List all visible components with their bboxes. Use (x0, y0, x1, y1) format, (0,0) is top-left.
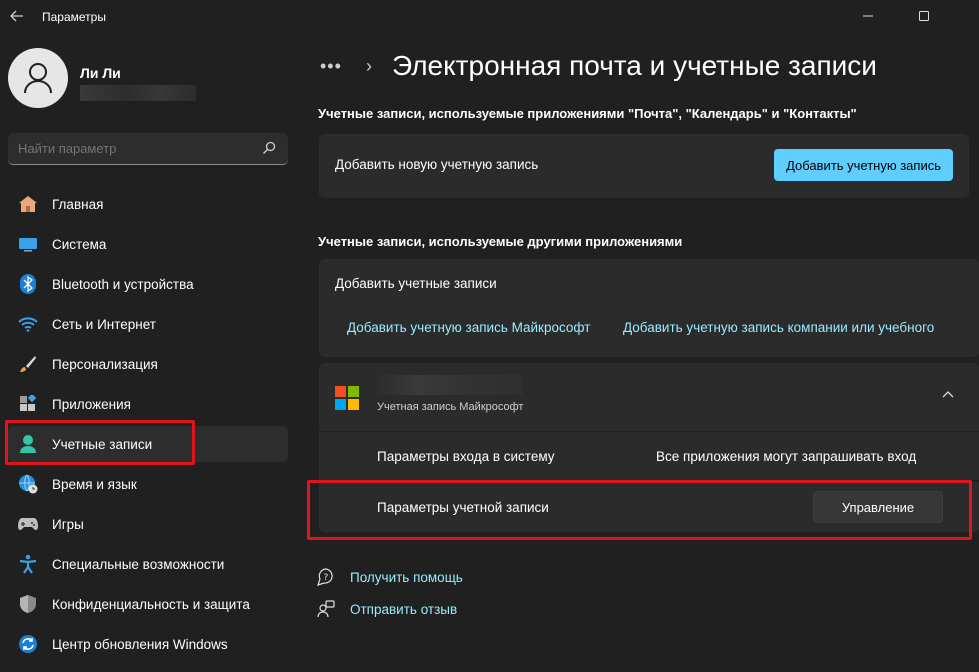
update-icon (18, 635, 38, 653)
add-account-label: Добавить новую учетную запись (335, 157, 539, 172)
sidebar-item-label: Время и язык (52, 476, 137, 492)
apps-icon (18, 395, 38, 413)
app-title: Параметры (42, 10, 106, 24)
sidebar-item-accessibility[interactable]: Специальные возможности (8, 546, 288, 582)
help-icon: ? (316, 568, 336, 586)
wifi-icon (18, 315, 38, 333)
add-work-account-link[interactable]: Добавить учетную запись компании или уче… (623, 320, 934, 335)
breadcrumb-overflow[interactable]: ••• (320, 56, 342, 77)
sidebar-item-label: Приложения (52, 396, 131, 412)
sidebar-item-bluetooth[interactable]: Bluetooth и устройства (8, 266, 288, 302)
signin-options-label: Параметры входа в систему (377, 449, 555, 464)
sidebar-item-label: Bluetooth и устройства (52, 276, 194, 292)
accessibility-icon (18, 554, 38, 574)
page-title: Электронная почта и учетные записи (392, 50, 877, 81)
user-silhouette-icon (24, 63, 52, 94)
feedback-row[interactable]: Отправить отзыв (316, 600, 457, 618)
settings-window: Параметры Ли Ли Главная (0, 0, 979, 672)
main-content: ••• › Электронная почта и учетные записи… (300, 34, 979, 672)
section-heading-other-apps: Учетные записи, используемые другими при… (318, 234, 683, 249)
send-feedback-link[interactable]: Отправить отзыв (350, 602, 457, 617)
user-email-redacted (80, 85, 196, 101)
svg-text:?: ? (324, 573, 329, 583)
section-heading-mail-apps: Учетные записи, используемые приложениям… (318, 106, 857, 121)
add-account-card: Добавить новую учетную запись Добавить у… (319, 134, 969, 198)
close-button[interactable] (955, 0, 979, 32)
sidebar-item-network[interactable]: Сеть и Интернет (8, 306, 288, 342)
sidebar-item-gaming[interactable]: Игры (8, 506, 288, 542)
add-microsoft-account-link[interactable]: Добавить учетную запись Майкрософт (347, 320, 590, 335)
home-icon (18, 195, 38, 213)
user-name: Ли Ли (80, 65, 121, 81)
back-arrow-icon (10, 10, 23, 22)
get-help-row[interactable]: ? Получить помощь (316, 568, 463, 586)
highlight-accounts-annotation (5, 420, 195, 465)
sidebar-item-label: Персонализация (52, 356, 158, 372)
sidebar-item-label: Конфиденциальность и защита (52, 596, 250, 612)
sidebar-item-personalization[interactable]: Персонализация (8, 346, 288, 382)
chevron-up-icon[interactable] (941, 388, 955, 402)
minimize-button[interactable] (845, 0, 891, 32)
search-box[interactable] (8, 133, 288, 165)
sidebar-item-home[interactable]: Главная (8, 186, 288, 222)
signin-options-value: Все приложения могут запрашивать вход (656, 449, 917, 464)
signin-options-row: Параметры входа в систему Все приложения… (319, 432, 979, 480)
minimize-icon (863, 15, 873, 17)
microsoft-account-header[interactable]: Учетная запись Майкрософт (319, 363, 979, 431)
monitor-icon (18, 235, 38, 253)
title-bar: Параметры (0, 0, 979, 34)
account-email-redacted (373, 375, 523, 395)
sidebar-item-label: Центр обновления Windows (52, 636, 228, 652)
sidebar-item-windows-update[interactable]: Центр обновления Windows (8, 626, 288, 662)
sidebar-item-label: Специальные возможности (52, 556, 225, 572)
brush-icon (18, 355, 38, 373)
sidebar-item-time-language[interactable]: Время и язык (8, 466, 288, 502)
sidebar-item-label: Главная (52, 196, 104, 212)
shield-icon (18, 595, 38, 613)
breadcrumb-chevron-icon: › (366, 56, 372, 76)
sidebar-item-label: Система (52, 236, 107, 252)
add-accounts-card: Добавить учетные записи Добавить учетную… (319, 259, 979, 357)
sidebar-item-system[interactable]: Система (8, 226, 288, 262)
account-type: Учетная запись Майкрософт (377, 401, 524, 413)
feedback-icon (316, 600, 336, 618)
sidebar-item-label: Сеть и Интернет (52, 316, 156, 332)
globe-clock-icon (18, 474, 38, 494)
maximize-icon (919, 11, 929, 21)
sidebar-item-apps[interactable]: Приложения (8, 386, 288, 422)
add-accounts-label: Добавить учетные записи (335, 276, 497, 291)
sidebar-item-privacy[interactable]: Конфиденциальность и защита (8, 586, 288, 622)
search-icon[interactable] (262, 141, 276, 155)
add-account-button[interactable]: Добавить учетную запись (774, 149, 953, 181)
sidebar-item-label: Игры (52, 516, 84, 532)
search-input[interactable] (18, 141, 248, 156)
microsoft-logo-icon (335, 386, 359, 410)
back-button[interactable] (6, 5, 28, 27)
highlight-account-settings-annotation (307, 480, 972, 540)
avatar[interactable] (8, 48, 68, 108)
maximize-button[interactable] (901, 0, 947, 32)
get-help-link[interactable]: Получить помощь (350, 570, 463, 585)
bluetooth-icon (18, 274, 38, 294)
gamepad-icon (18, 515, 38, 533)
sidebar: Ли Ли Главная Система (0, 34, 300, 672)
